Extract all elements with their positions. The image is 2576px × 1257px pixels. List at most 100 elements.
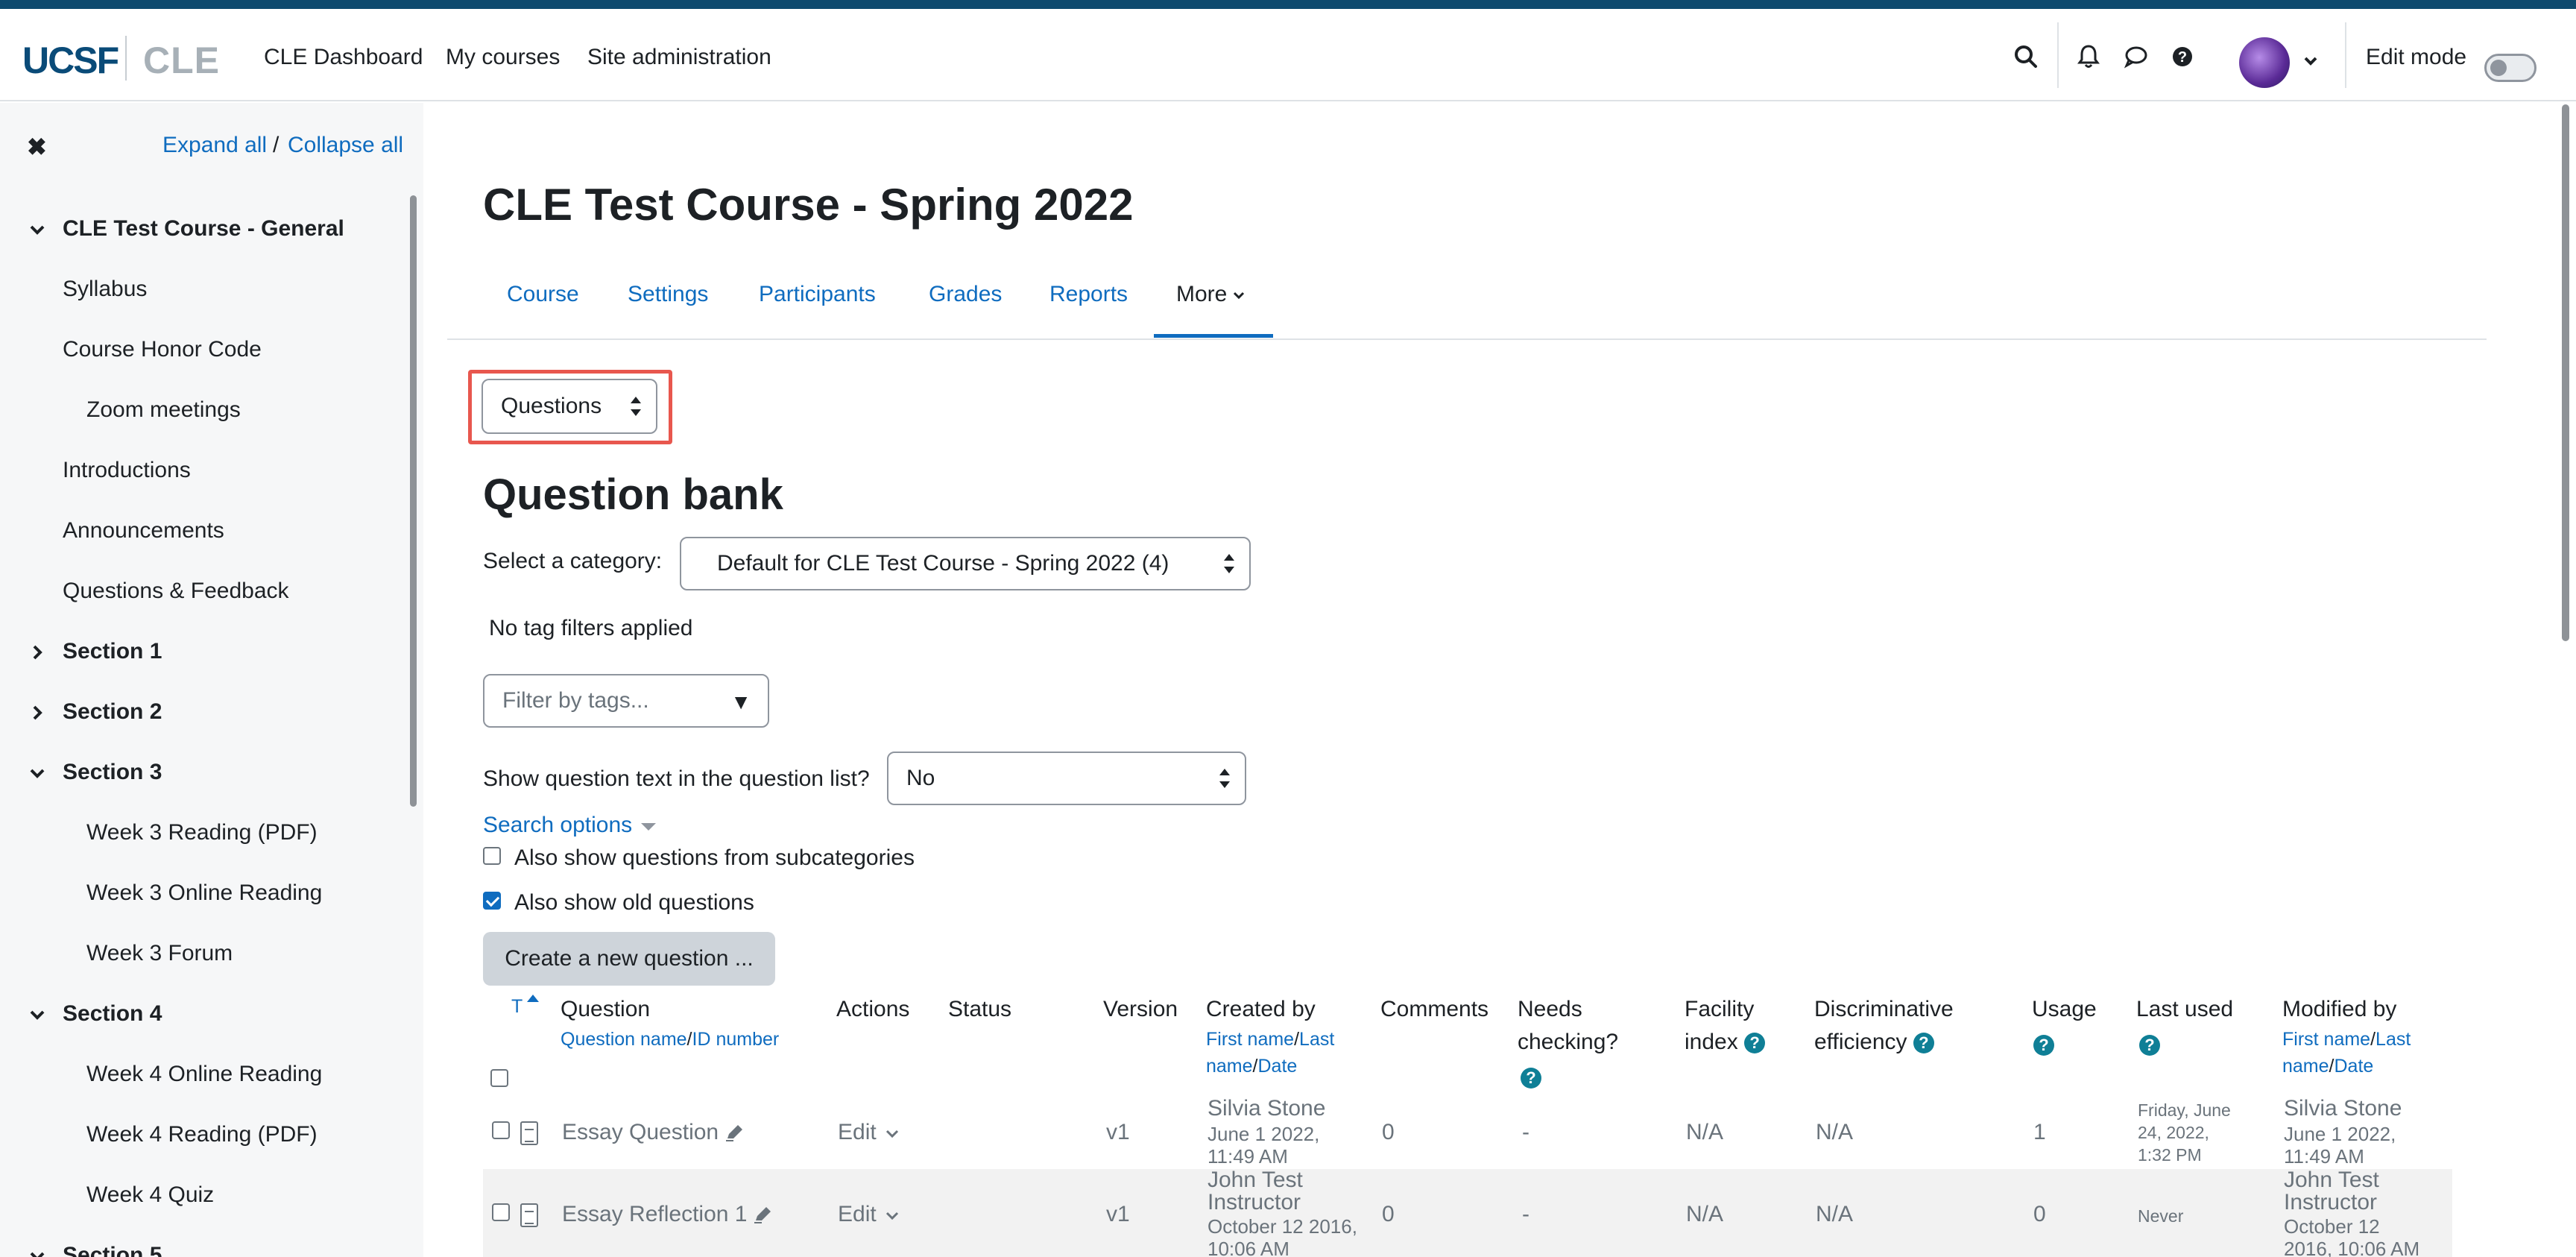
sort-question-name-link[interactable]: Question name [561,1029,687,1050]
tab-reports[interactable]: Reports [1049,282,1128,307]
sort-modified-last-name-link-cont[interactable]: name [2282,1056,2329,1077]
messages-icon[interactable] [2120,40,2153,73]
filter-by-tags-input[interactable]: Filter by tags... ▼ [483,674,769,728]
question-bank-nav-select[interactable]: Questions [482,379,657,434]
drawer-activity-item[interactable]: Week 3 Forum [86,941,233,966]
sort-modified-date-link[interactable]: Date [2334,1056,2374,1077]
header-modified-by: Modified by [2282,997,2397,1021]
tab-more[interactable]: More [1176,282,1246,307]
row-discriminative-efficiency: N/A [1816,1202,1854,1226]
drawer-activity-item[interactable]: Week 4 Quiz [86,1182,214,1208]
edit-mode-toggle[interactable] [2484,54,2536,82]
chevron-down-icon[interactable] [27,219,48,244]
expand-all-link[interactable]: Expand all [162,133,267,158]
drawer-activity-item[interactable]: Zoom meetings [86,397,241,423]
sort-created-last-name-link[interactable]: Last [1299,1029,1334,1050]
sort-created-first-name-link[interactable]: First name [1206,1029,1294,1050]
discriminative-efficiency-help-icon[interactable]: ? [1913,1033,1934,1054]
drawer-activity-item[interactable]: Week 4 Online Reading [86,1062,322,1087]
row-comments[interactable]: 0 [1382,1202,1395,1227]
page-scrollbar[interactable] [2562,104,2569,641]
help-icon[interactable]: ? [2166,40,2199,73]
show-question-text-select[interactable]: No [887,752,1246,805]
drawer-activity-item[interactable]: Week 3 Online Reading [86,880,322,906]
user-menu-chevron-down-icon[interactable] [2300,51,2321,72]
header-efficiency-text: efficiency [1814,1030,1907,1054]
subcategories-checkbox[interactable] [483,847,501,865]
close-drawer-icon[interactable]: ✖ [27,133,47,161]
cle-logo[interactable]: CLE [143,39,220,82]
pencil-edit-icon[interactable] [723,1122,745,1144]
row-usage[interactable]: 1 [2033,1120,2046,1145]
usage-help-icon[interactable]: ? [2033,1035,2054,1056]
last-used-help-icon[interactable]: ? [2139,1035,2160,1056]
tab-settings[interactable]: Settings [628,282,708,307]
tab-course[interactable]: Course [507,282,579,307]
question-name-text: Essay Question [562,1120,719,1144]
drawer-item[interactable]: Announcements [63,518,224,544]
expand-collapse-separator: / [273,133,280,157]
question-name[interactable]: Essay Reflection 1 [562,1202,774,1227]
search-options-toggle[interactable]: Search options [483,813,659,838]
chevron-down-icon[interactable] [27,1246,48,1257]
drawer-section[interactable]: Section 3 [63,760,162,785]
row-edit-menu[interactable]: Edit [838,1202,900,1227]
notifications-bell-icon[interactable] [2072,40,2105,73]
drawer-section[interactable]: Section 5 [63,1243,162,1257]
show-question-text-value: No [906,766,935,790]
row-edit-menu[interactable]: Edit [838,1120,900,1145]
ucsf-logo[interactable]: UCSF [22,39,119,82]
drawer-activity-item[interactable]: Week 3 Reading (PDF) [86,820,318,845]
sort-modified-last-name-link[interactable]: Last [2375,1029,2411,1050]
row-discriminative-efficiency: N/A [1816,1120,1854,1144]
facility-index-help-icon[interactable]: ? [1744,1033,1766,1054]
drawer-activity-item[interactable]: Week 4 Reading (PDF) [86,1122,318,1147]
drawer-item-label: Course Honor Code [63,337,262,362]
drawer-section[interactable]: Section 4 [63,1001,162,1027]
chevron-down-icon[interactable] [27,1004,48,1029]
tab-participants[interactable]: Participants [759,282,876,307]
logo-divider [125,36,127,81]
chevron-down-icon[interactable] [27,763,48,787]
svg-text:?: ? [2178,49,2187,66]
sort-created-date-link[interactable]: Date [1258,1056,1298,1077]
drawer-item[interactable]: Questions & Feedback [63,579,289,604]
question-name[interactable]: Essay Question [562,1120,745,1145]
drawer-item[interactable]: Introductions [63,458,191,483]
row-usage[interactable]: 0 [2033,1202,2046,1227]
nav-my-courses[interactable]: My courses [446,45,560,70]
create-new-question-button[interactable]: Create a new question ... [483,932,775,986]
tab-grades[interactable]: Grades [929,282,1002,307]
row-last-used-2: 24, 2022, [2138,1123,2209,1142]
drawer-section[interactable]: Section 2 [63,699,162,725]
drawer-section[interactable]: Section 1 [63,639,162,664]
sort-modified-first-name-link[interactable]: First name [2282,1029,2370,1050]
header-question-sublinks: Question name/ID number [561,1026,779,1053]
needs-checking-help-icon[interactable]: ? [1521,1068,1541,1089]
drawer-scrollbar[interactable] [410,195,417,807]
sort-id-number-link[interactable]: ID number [692,1029,780,1050]
row-select-checkbox[interactable] [492,1203,510,1221]
user-avatar[interactable] [2239,37,2290,88]
select-all-checkbox[interactable] [490,1069,508,1087]
course-title: CLE Test Course - Spring 2022 [483,180,1134,230]
pencil-edit-icon[interactable] [751,1204,774,1226]
nav-site-administration[interactable]: Site administration [587,45,771,70]
old-questions-checkbox[interactable] [483,892,501,910]
drawer-item[interactable]: Course Honor Code [63,337,262,362]
drawer-item[interactable]: Syllabus [63,277,147,302]
collapse-all-link[interactable]: Collapse all [288,133,403,158]
sort-by-type-link[interactable]: T [511,993,540,1020]
category-select[interactable]: Default for CLE Test Course - Spring 202… [680,537,1251,590]
category-select-value: Default for CLE Test Course - Spring 202… [717,551,1169,576]
row-select-checkbox[interactable] [492,1121,510,1139]
chevron-right-icon[interactable] [27,702,48,727]
drawer-section[interactable]: CLE Test Course - General [63,216,344,242]
nav-cle-dashboard[interactable]: CLE Dashboard [264,45,423,70]
search-icon[interactable] [2010,40,2042,73]
chevron-right-icon[interactable] [27,642,48,667]
row-comments[interactable]: 0 [1382,1120,1395,1145]
sort-created-last-name-link-cont[interactable]: name [1206,1056,1253,1077]
drawer-item-label: Week 4 Online Reading [86,1062,323,1086]
drawer-item-label: Section 4 [63,1001,162,1026]
